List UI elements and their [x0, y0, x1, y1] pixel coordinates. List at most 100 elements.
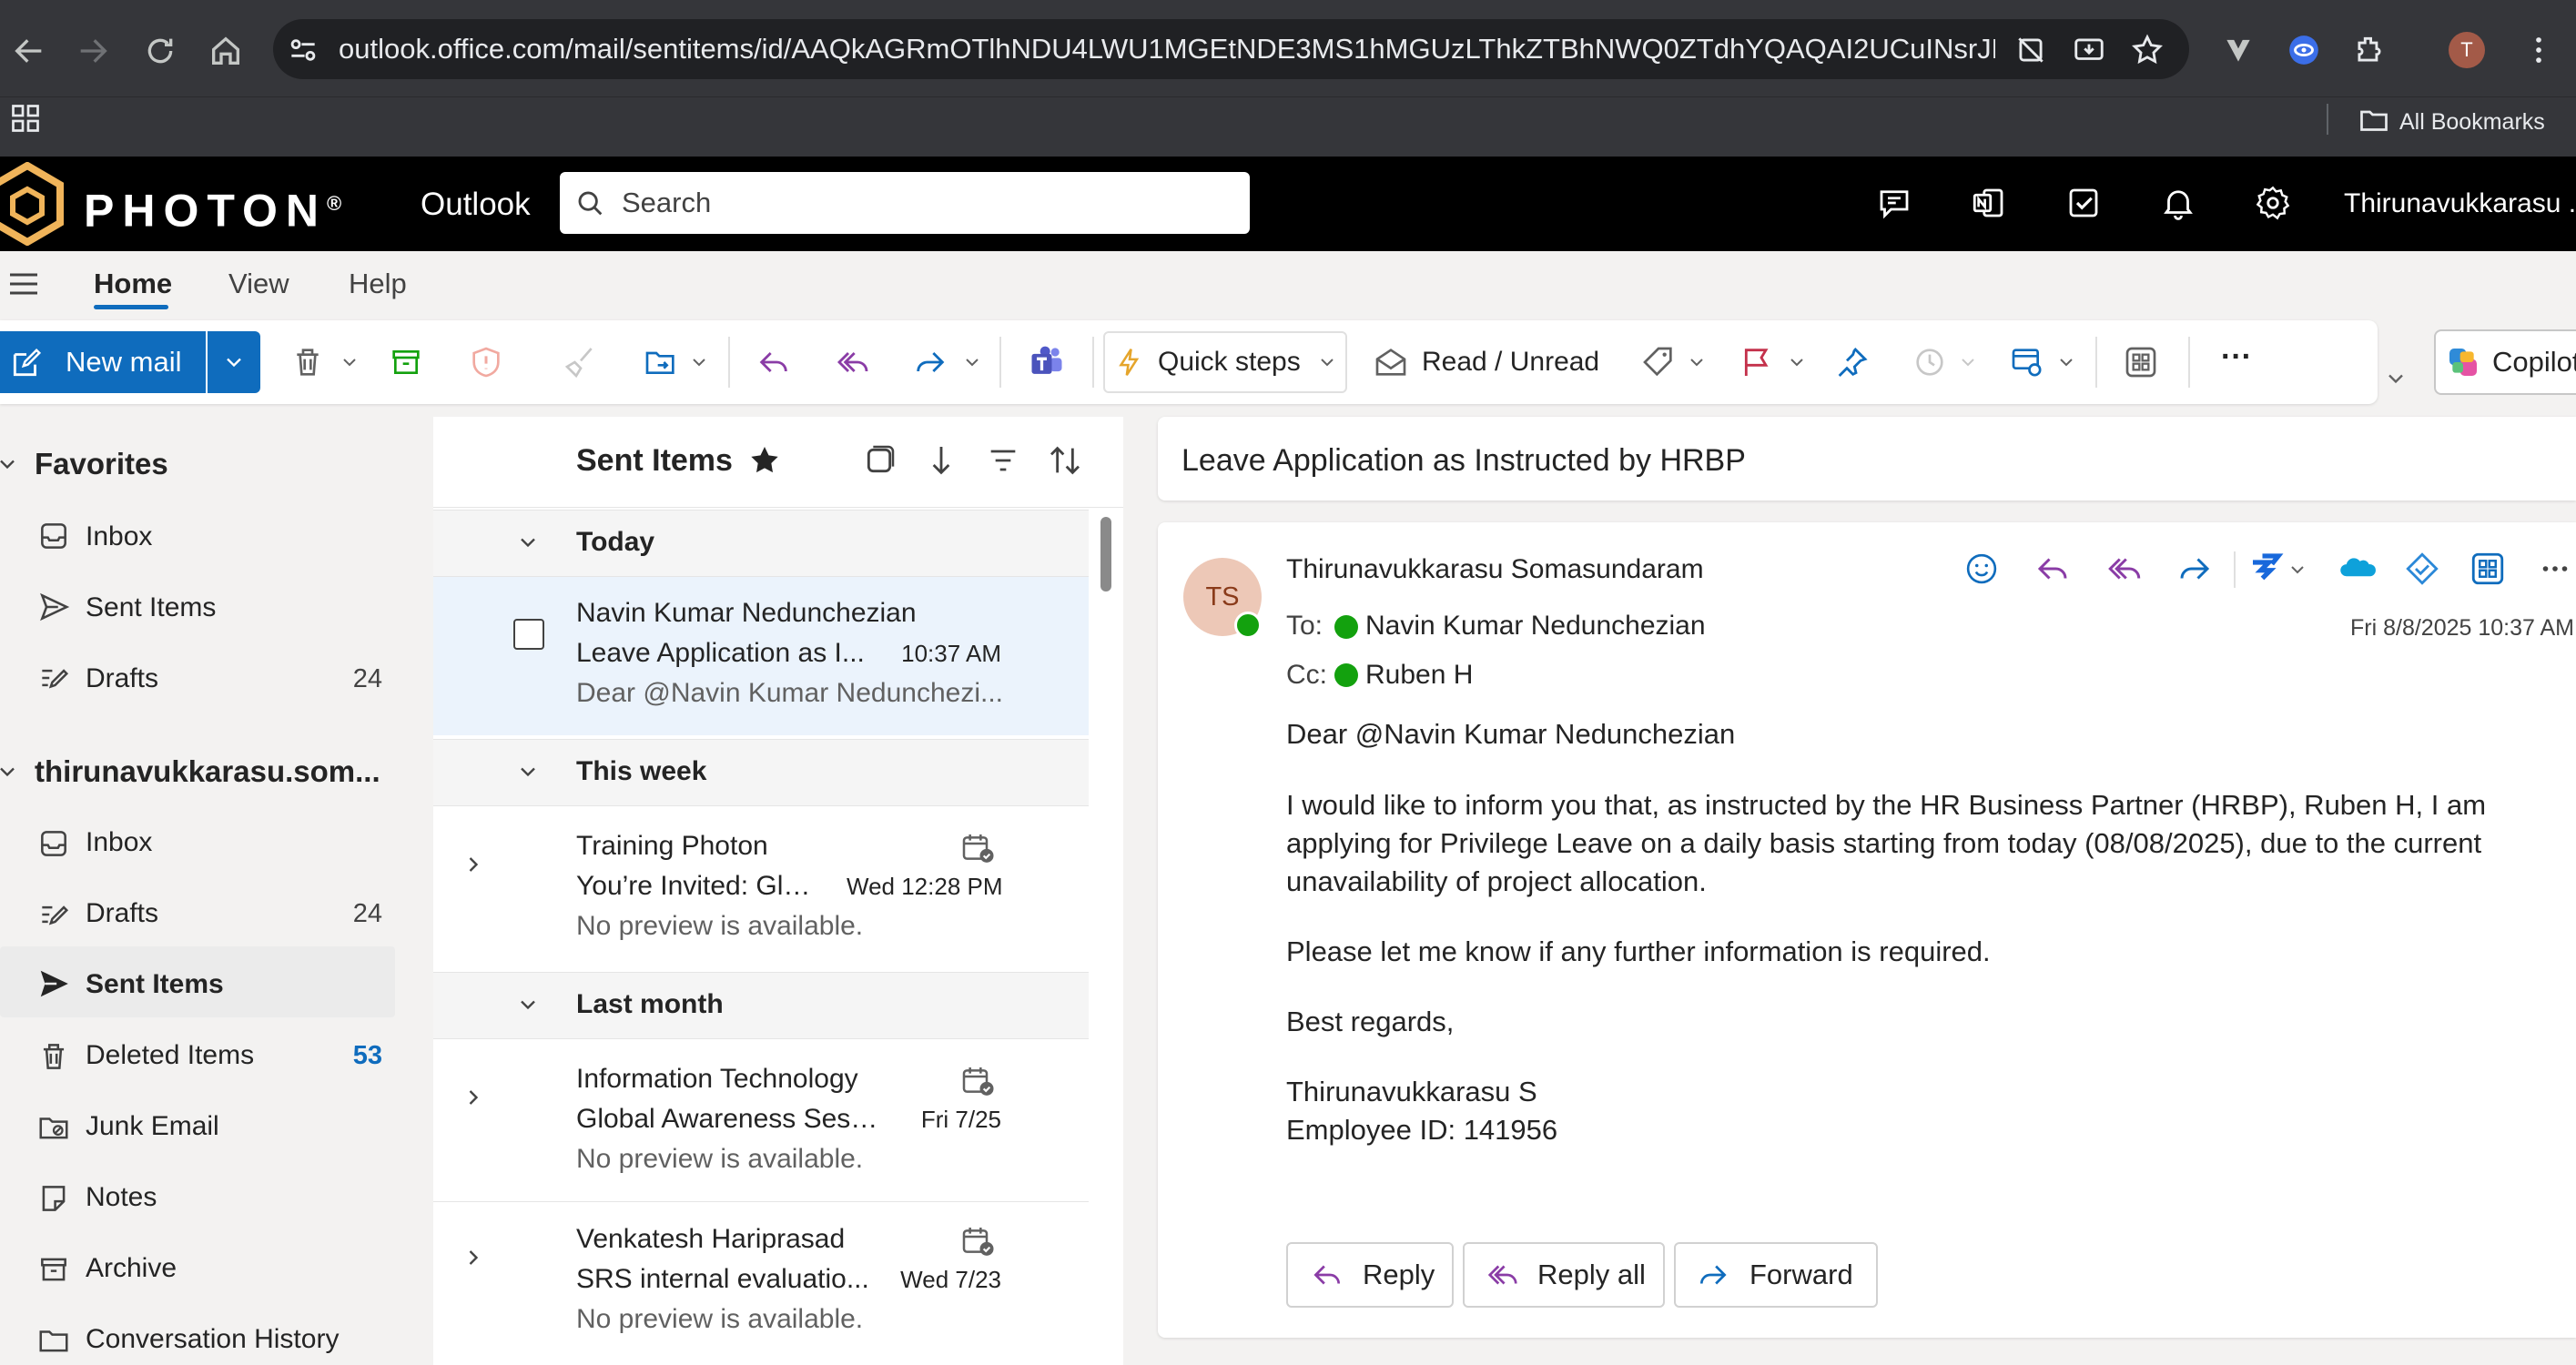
account-name[interactable]: Thirunavukkarasu ... [2344, 182, 2576, 226]
snooze-dropdown-icon[interactable] [1957, 351, 1979, 373]
lightning-icon [1112, 344, 1147, 380]
report-shield-icon[interactable] [468, 344, 504, 380]
quick-steps-dropdown-icon[interactable] [1316, 351, 1338, 373]
quick-steps-label: Quick steps [1158, 347, 1301, 377]
install-app-icon[interactable] [2072, 33, 2106, 67]
reply-all-icon[interactable] [2104, 550, 2145, 588]
filter-icon[interactable] [985, 442, 1021, 479]
folder-drafts[interactable]: Drafts [86, 894, 158, 934]
vivaldi-extension-icon[interactable] [2221, 33, 2256, 67]
favorite-inbox[interactable]: Inbox [86, 517, 152, 557]
jump-to-icon[interactable] [923, 442, 959, 479]
apps-icon[interactable] [2469, 550, 2507, 588]
forward-mail-icon[interactable] [2175, 550, 2214, 588]
ribbon-expand-icon[interactable] [2383, 366, 2409, 391]
tab-help[interactable]: Help [349, 264, 407, 304]
rules-dropdown-icon[interactable] [2055, 351, 2077, 373]
favorite-drafts[interactable]: Drafts [86, 659, 158, 699]
back-icon[interactable] [11, 33, 47, 69]
snooze-clock-icon[interactable] [1912, 344, 1948, 380]
salesforce-icon[interactable] [2338, 550, 2379, 588]
brand-logo-icon[interactable] [0, 162, 66, 246]
delete-icon[interactable] [289, 344, 326, 380]
reply-all-icon[interactable] [834, 344, 872, 380]
extensions-icon[interactable] [2352, 33, 2387, 67]
body-line: Please let me know if any further inform… [1286, 935, 1991, 967]
body-line: unavailability of project allocation. [1286, 865, 1707, 897]
forward-mail-icon[interactable] [912, 344, 948, 380]
bookmark-star-icon[interactable] [2130, 33, 2165, 67]
tag-icon[interactable] [1640, 344, 1677, 380]
tab-home[interactable]: Home [94, 264, 172, 304]
folder-archive[interactable]: Archive [86, 1249, 177, 1289]
no-tracking-icon[interactable] [2013, 33, 2048, 67]
select-mode-icon[interactable] [861, 442, 898, 479]
account-header[interactable]: thirunavukkarasu.som... [35, 752, 380, 792]
read-unread-button[interactable]: Read / Unread [1422, 340, 1599, 384]
envelope-open-icon[interactable] [1373, 344, 1409, 380]
archive-icon[interactable] [388, 344, 424, 380]
favorite-sent-items[interactable]: Sent Items [86, 588, 216, 628]
app-name[interactable]: Outlook [421, 182, 531, 228]
delete-dropdown-icon[interactable] [339, 351, 360, 373]
move-to-folder-icon[interactable] [641, 344, 681, 380]
rules-icon[interactable] [2008, 344, 2046, 380]
approval-diamond-icon[interactable] [2403, 550, 2441, 588]
site-info-icon[interactable] [286, 33, 320, 67]
teams-icon[interactable] [1027, 342, 1067, 382]
reply-icon[interactable] [756, 344, 792, 380]
password-extension-icon[interactable] [2287, 33, 2321, 67]
apps-grid-icon[interactable] [9, 102, 42, 135]
all-bookmarks[interactable]: All Bookmarks [2399, 102, 2545, 142]
folder-inbox[interactable]: Inbox [86, 823, 152, 863]
jira-icon[interactable] [2246, 550, 2285, 588]
bell-icon[interactable] [2159, 184, 2197, 222]
sender-name[interactable]: Thirunavukkarasu Somasundaram [1286, 550, 1704, 590]
account-collapse-icon[interactable] [0, 759, 20, 784]
react-smiley-icon[interactable] [1962, 550, 2001, 588]
chevron-right-icon[interactable] [461, 1245, 486, 1270]
forward-dropdown-icon[interactable] [961, 351, 983, 373]
reply-icon[interactable] [2033, 550, 2072, 588]
folder-deleted-items[interactable]: Deleted Items [86, 1036, 254, 1076]
onenote-icon[interactable] [1970, 184, 2008, 222]
chevron-right-icon[interactable] [461, 1085, 486, 1110]
pin-icon[interactable] [1833, 344, 1870, 380]
apps-icon[interactable] [2123, 344, 2159, 380]
folder-sent-items[interactable]: Sent Items [86, 965, 224, 1005]
body-line: applying for Privilege Leave on a daily … [1286, 827, 2482, 859]
hamburger-menu-icon[interactable] [5, 266, 42, 302]
folder-notes[interactable]: Notes [86, 1178, 157, 1218]
more-actions-icon[interactable] [2536, 550, 2574, 588]
profile-avatar[interactable]: T [2449, 32, 2485, 68]
jira-dropdown-icon[interactable] [2287, 559, 2308, 581]
browser-menu-icon[interactable] [2521, 33, 2556, 67]
tab-view[interactable]: View [228, 264, 289, 304]
url-text[interactable]: outlook.office.com/mail/sentitems/id/AAQ… [339, 27, 1995, 71]
favorites-collapse-icon[interactable] [0, 451, 20, 477]
tag-dropdown-icon[interactable] [1686, 351, 1708, 373]
sort-icon[interactable] [1047, 442, 1083, 479]
chevron-right-icon[interactable] [461, 852, 486, 877]
list-scrollbar[interactable] [1100, 517, 1111, 592]
favorite-star-icon[interactable] [746, 442, 783, 479]
flag-icon[interactable] [1739, 344, 1775, 380]
favorites-header[interactable]: Favorites [35, 444, 168, 484]
teams-chat-icon[interactable] [1875, 184, 1913, 222]
forward-icon[interactable] [75, 33, 111, 69]
item-checkbox[interactable] [513, 619, 544, 650]
settings-gear-icon[interactable] [2254, 184, 2292, 222]
folder-junk-email[interactable]: Junk Email [86, 1107, 219, 1147]
to-recipient[interactable]: Navin Kumar Nedunchezian [1365, 606, 1706, 646]
folder-conversation-history[interactable]: Conversation History [86, 1320, 339, 1360]
flag-dropdown-icon[interactable] [1786, 351, 1808, 373]
todo-icon[interactable] [2064, 184, 2103, 222]
more-options-button[interactable]: ··· [2221, 335, 2252, 379]
cc-recipient[interactable]: Ruben H [1365, 655, 1473, 695]
move-dropdown-icon[interactable] [688, 351, 710, 373]
reload-icon[interactable] [142, 33, 178, 69]
sweep-broom-icon[interactable] [563, 344, 599, 380]
home-icon[interactable] [208, 33, 244, 69]
search-icon [575, 188, 606, 219]
calendar-invite-icon [959, 830, 996, 866]
